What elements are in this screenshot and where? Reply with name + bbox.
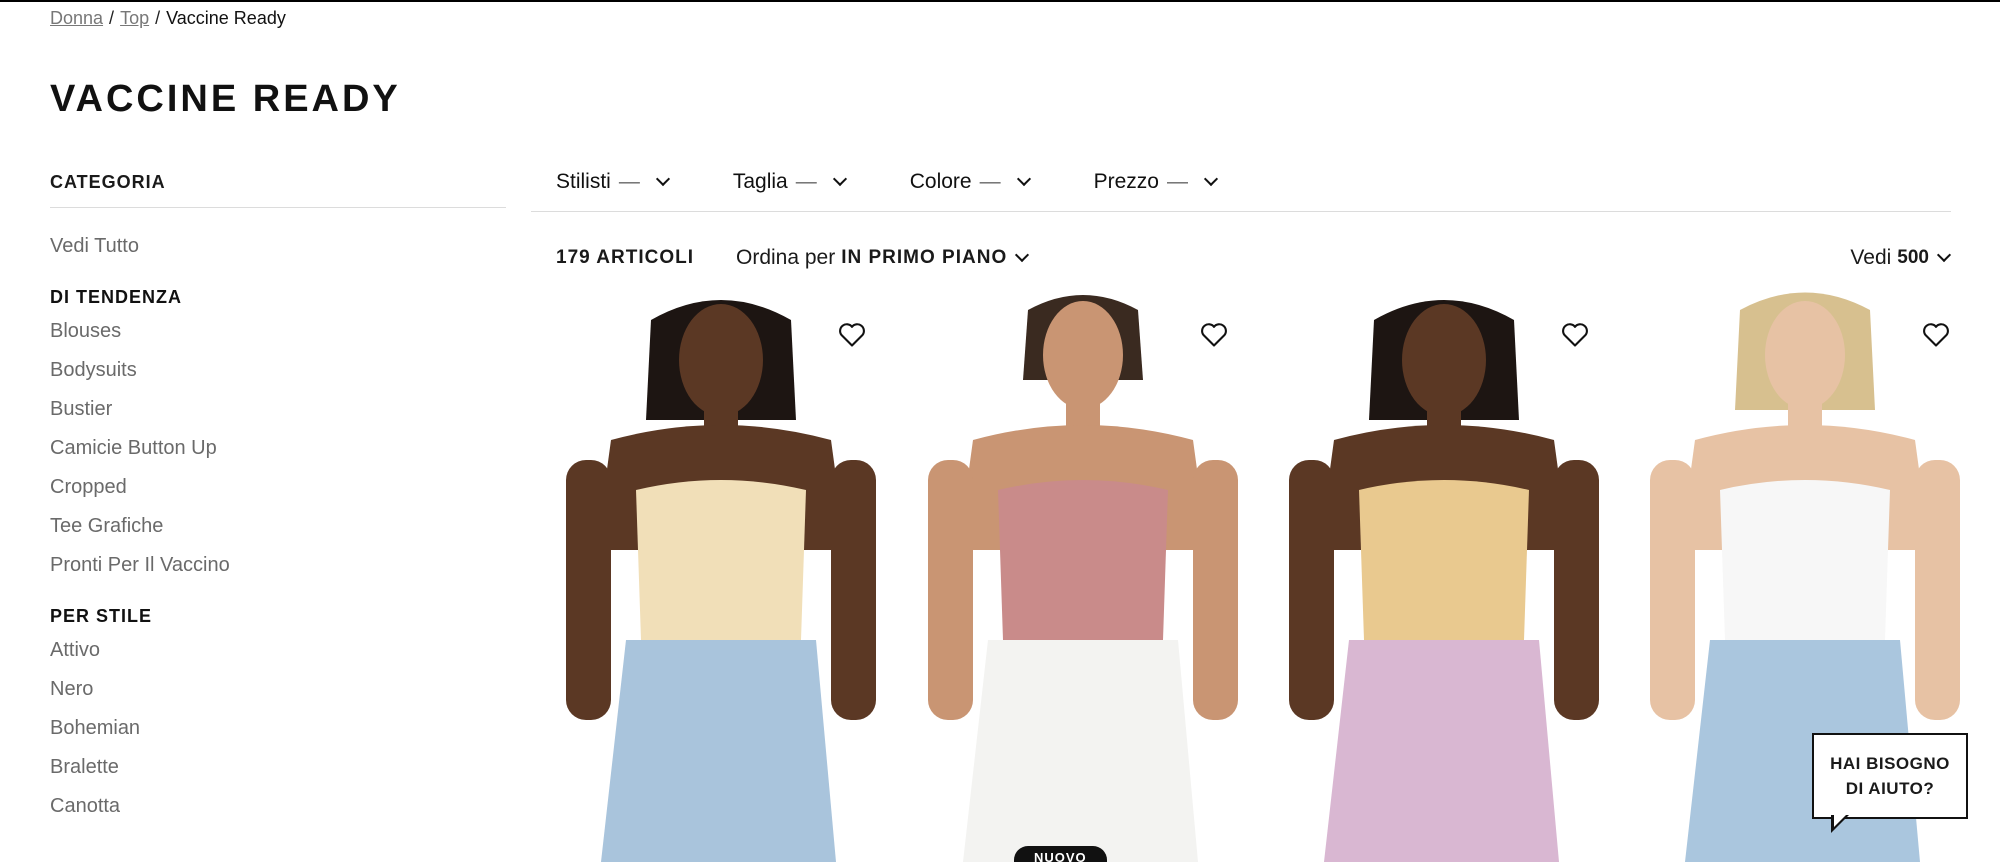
model-face bbox=[1402, 304, 1486, 416]
help-line-2: DI AIUTO? bbox=[1845, 779, 1935, 798]
garment-bottom bbox=[601, 640, 836, 862]
page-title: VACCINE READY bbox=[50, 78, 401, 120]
garment-bottom bbox=[1324, 640, 1559, 862]
product-grid bbox=[556, 290, 1960, 862]
model-arm-left bbox=[928, 460, 973, 720]
category-heading: CATEGORIA bbox=[50, 172, 506, 208]
filter-label: Taglia bbox=[732, 170, 788, 193]
filter-designers[interactable]: Stilisti — bbox=[531, 158, 670, 206]
sidebar-item-blouses[interactable]: Blouses bbox=[50, 312, 506, 351]
sidebar-item-pronti-per-il-vaccino[interactable]: Pronti Per Il Vaccino bbox=[50, 546, 506, 585]
results-toolbar: 179 ARTICOLI Ordina per IN PRIMO PIANO V… bbox=[556, 240, 1952, 276]
sidebar-item-canotta[interactable]: Canotta bbox=[50, 787, 506, 826]
sort-dropdown[interactable]: Ordina per IN PRIMO PIANO bbox=[736, 246, 1030, 270]
breadcrumb-separator: / bbox=[155, 8, 161, 28]
chevron-down-icon bbox=[655, 171, 670, 187]
category-sidebar: CATEGORIA Vedi Tutto DI TENDENZA Blouses… bbox=[50, 172, 506, 826]
style-list: Attivo Nero Bohemian Bralette Canotta bbox=[50, 631, 506, 826]
model-arm-right bbox=[831, 460, 876, 720]
sort-label: Ordina per bbox=[736, 246, 836, 269]
sidebar-item-cropped[interactable]: Cropped bbox=[50, 468, 506, 507]
model-arm-right bbox=[1193, 460, 1238, 720]
product-card[interactable] bbox=[1279, 290, 1609, 862]
product-card[interactable] bbox=[918, 290, 1248, 862]
chevron-down-icon bbox=[1016, 171, 1031, 187]
sidebar-item-bohemian[interactable]: Bohemian bbox=[50, 709, 506, 748]
chevron-down-icon bbox=[1015, 247, 1030, 263]
breadcrumb: Donna / Top / Vaccine Ready bbox=[50, 8, 286, 29]
filter-color[interactable]: Colore — bbox=[885, 158, 1031, 206]
filter-dash: — bbox=[795, 170, 817, 193]
breadcrumb-separator: / bbox=[109, 8, 115, 28]
per-page-label: Vedi bbox=[1850, 246, 1892, 269]
filter-dash: — bbox=[1166, 170, 1188, 193]
model-face bbox=[679, 304, 763, 416]
product-image[interactable] bbox=[918, 290, 1248, 862]
chevron-down-icon bbox=[1203, 171, 1219, 187]
wishlist-heart-icon[interactable] bbox=[838, 322, 866, 348]
wishlist-heart-icon[interactable] bbox=[1561, 322, 1589, 348]
sidebar-item-bodysuits[interactable]: Bodysuits bbox=[50, 351, 506, 390]
filter-label: Prezzo bbox=[1093, 170, 1159, 193]
per-page-value: 500 bbox=[1897, 247, 1929, 268]
sidebar-item-bustier[interactable]: Bustier bbox=[50, 390, 506, 429]
filter-dash: — bbox=[979, 170, 1001, 193]
new-badge: NUOVO bbox=[1014, 846, 1107, 862]
product-card[interactable] bbox=[556, 290, 886, 862]
style-heading: PER STILE bbox=[50, 606, 153, 626]
model-arm-left bbox=[1650, 460, 1695, 720]
sidebar-item-tee-grafiche[interactable]: Tee Grafiche bbox=[50, 507, 506, 546]
trending-list: Blouses Bodysuits Bustier Camicie Button… bbox=[50, 312, 506, 585]
trending-heading: DI TENDENZA bbox=[50, 287, 182, 307]
help-line-1: HAI BISOGNO bbox=[1830, 754, 1950, 773]
wishlist-heart-icon[interactable] bbox=[1200, 322, 1228, 348]
results-count: 179 ARTICOLI bbox=[556, 247, 694, 268]
model-arm-left bbox=[1289, 460, 1334, 720]
sidebar-item-view-all[interactable]: Vedi Tutto bbox=[50, 227, 506, 266]
garment-top bbox=[636, 480, 806, 640]
filter-dash: — bbox=[618, 170, 640, 193]
sidebar-item-camicie-button-up[interactable]: Camicie Button Up bbox=[50, 429, 506, 468]
filter-price[interactable]: Prezzo — bbox=[1069, 158, 1219, 206]
chevron-down-icon bbox=[832, 171, 847, 187]
per-page-dropdown[interactable]: Vedi 500 bbox=[1850, 246, 1952, 270]
filter-label: Colore bbox=[909, 170, 972, 193]
help-text: HAI BISOGNO DI AIUTO? bbox=[1830, 751, 1950, 801]
breadcrumb-current: Vaccine Ready bbox=[166, 8, 286, 28]
filter-size[interactable]: Taglia — bbox=[708, 158, 847, 206]
model-arm-left bbox=[566, 460, 611, 720]
garment-top bbox=[1359, 480, 1529, 640]
sidebar-item-attivo[interactable]: Attivo bbox=[50, 631, 506, 670]
product-image[interactable] bbox=[556, 290, 886, 862]
model-face bbox=[1765, 301, 1845, 409]
model-arm-right bbox=[1554, 460, 1599, 720]
model-face bbox=[1043, 301, 1123, 409]
filter-label: Stilisti bbox=[556, 170, 611, 193]
sidebar-item-bralette[interactable]: Bralette bbox=[50, 748, 506, 787]
chevron-down-icon bbox=[1936, 247, 1952, 263]
product-image[interactable] bbox=[1279, 290, 1609, 862]
model-arm-right bbox=[1915, 460, 1960, 720]
breadcrumb-link-top[interactable]: Top bbox=[120, 8, 149, 29]
top-border bbox=[0, 0, 2000, 2]
garment-top bbox=[1720, 480, 1890, 640]
filter-bar: Stilisti — Taglia — Colore — Prezzo — bbox=[531, 158, 1951, 212]
help-chat-button[interactable]: HAI BISOGNO DI AIUTO? bbox=[1812, 733, 1968, 819]
sidebar-item-nero[interactable]: Nero bbox=[50, 670, 506, 709]
garment-bottom bbox=[963, 640, 1198, 862]
wishlist-heart-icon[interactable] bbox=[1922, 322, 1950, 348]
help-bubble-tail-inner bbox=[1834, 815, 1846, 827]
sort-value: IN PRIMO PIANO bbox=[841, 247, 1008, 268]
garment-top bbox=[998, 480, 1168, 640]
breadcrumb-link-donna[interactable]: Donna bbox=[50, 8, 103, 29]
